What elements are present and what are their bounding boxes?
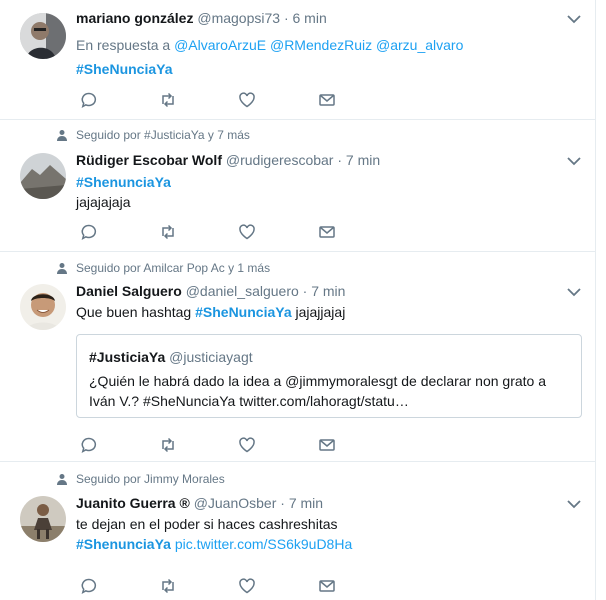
avatar-image (20, 284, 66, 330)
social-context: Seguido por #JusticiaYa y 7 más (56, 128, 250, 142)
tweet-text: te dejan en el poder si haces cashreshit… (76, 516, 338, 532)
like-icon[interactable] (238, 223, 256, 241)
quoted-tweet[interactable]: #JusticiaYa @justiciayagt ¿Quién le habr… (76, 334, 582, 418)
hashtag-link[interactable]: #ShenunciaYa (76, 536, 171, 552)
author-handle[interactable]: @magopsi73 (197, 10, 280, 26)
hashtag-link[interactable]: #SheNunciaYa (195, 304, 292, 320)
tweet-actions (80, 91, 350, 109)
retweet-icon[interactable] (159, 223, 177, 241)
retweet-icon[interactable] (159, 436, 177, 454)
author-name[interactable]: mariano gonzález (76, 10, 193, 26)
social-context-text[interactable]: Seguido por #JusticiaYa y 7 más (76, 128, 250, 142)
tweet-text-before: Que buen hashtag (76, 304, 192, 320)
person-icon (57, 263, 67, 274)
dm-icon[interactable] (318, 223, 336, 241)
author-name[interactable]: Rüdiger Escobar Wolf (76, 152, 222, 168)
quoted-author-handle: @justiciayagt (169, 349, 253, 365)
tweet-header: Daniel Salguero @daniel_salguero · 7 min (76, 283, 345, 299)
timestamp[interactable]: · 7 min (303, 283, 346, 299)
tweet-actions (80, 577, 350, 595)
avatar[interactable] (20, 284, 66, 330)
avatar-image (20, 13, 66, 59)
author-name[interactable]: Juanito Guerra ® (76, 495, 190, 511)
mention-link[interactable]: @RMendezRuiz (270, 37, 372, 53)
reply-icon[interactable] (80, 223, 98, 241)
tweet-header: Juanito Guerra ® @JuanOsber · 7 min (76, 495, 323, 511)
mention-link[interactable]: @AlvaroArzuE (174, 37, 266, 53)
tweet-text: #ShenunciaYa (76, 174, 171, 190)
timeline: mariano gonzález @magopsi73 · 6 min En r… (0, 0, 596, 600)
tweet[interactable]: Seguido por #JusticiaYa y 7 más Rüdiger … (0, 121, 596, 252)
mention-link[interactable]: @arzu_alvaro (376, 37, 463, 53)
quoted-tweet-text: Iván V.? #SheNunciaYa twitter.com/lahora… (89, 393, 409, 409)
avatar-image (20, 496, 66, 542)
tweet-actions (80, 223, 350, 241)
social-context-text[interactable]: Seguido por Jimmy Morales (76, 472, 225, 486)
avatar[interactable] (20, 153, 66, 199)
tweet-text-after: jajajjajaj (295, 304, 346, 320)
tweet-text: #SheNunciaYa (76, 61, 173, 77)
like-icon[interactable] (238, 436, 256, 454)
person-icon (57, 130, 67, 141)
quoted-tweet-header: #JusticiaYa @justiciayagt (89, 349, 253, 365)
hashtag-link[interactable]: #SheNunciaYa (76, 61, 173, 77)
tweet-text: jajajajaja (76, 194, 131, 210)
like-icon[interactable] (238, 577, 256, 595)
dm-icon[interactable] (318, 91, 336, 109)
author-handle[interactable]: @daniel_salguero (186, 283, 299, 299)
reply-icon[interactable] (80, 91, 98, 109)
avatar[interactable] (20, 496, 66, 542)
social-context-text[interactable]: Seguido por Amilcar Pop Ac y 1 más (76, 261, 270, 275)
quoted-author-name: #JusticiaYa (89, 349, 166, 365)
reply-icon[interactable] (80, 436, 98, 454)
retweet-icon[interactable] (159, 91, 177, 109)
timestamp[interactable]: · 6 min (284, 10, 327, 26)
dm-icon[interactable] (318, 577, 336, 595)
social-context: Seguido por Jimmy Morales (56, 472, 225, 486)
dm-icon[interactable] (318, 436, 336, 454)
like-icon[interactable] (238, 91, 256, 109)
tweet-header: Rüdiger Escobar Wolf @rudigerescobar · 7… (76, 152, 380, 168)
tweet-text: Que buen hashtag #SheNunciaYa jajajjajaj (76, 304, 345, 320)
author-handle[interactable]: @JuanOsber (194, 495, 277, 511)
tweet-actions (80, 436, 350, 454)
avatar-image (20, 153, 66, 199)
tweet-header: mariano gonzález @magopsi73 · 6 min (76, 10, 327, 26)
tweet-text: #ShenunciaYa pic.twitter.com/SS6k9uD8Ha (76, 536, 352, 552)
chevron-down-icon[interactable] (567, 14, 581, 24)
reply-label: En respuesta a (76, 37, 171, 53)
media-link[interactable]: pic.twitter.com/SS6k9uD8Ha (175, 536, 352, 552)
person-icon (57, 474, 67, 485)
timestamp[interactable]: · 7 min (280, 495, 323, 511)
hashtag-link[interactable]: #ShenunciaYa (76, 174, 171, 190)
author-handle[interactable]: @rudigerescobar (226, 152, 334, 168)
tweet[interactable]: Seguido por Amilcar Pop Ac y 1 más Danie… (0, 253, 596, 462)
tweet[interactable]: mariano gonzález @magopsi73 · 6 min En r… (0, 0, 596, 120)
avatar[interactable] (20, 13, 66, 59)
chevron-down-icon[interactable] (567, 156, 581, 166)
tweet[interactable]: Seguido por Jimmy Morales Juanito Guerra… (0, 463, 596, 600)
reply-icon[interactable] (80, 577, 98, 595)
reply-context: En respuesta a @AlvaroArzuE @RMendezRuiz… (76, 37, 463, 53)
retweet-icon[interactable] (159, 577, 177, 595)
chevron-down-icon[interactable] (567, 499, 581, 509)
timestamp[interactable]: · 7 min (337, 152, 380, 168)
chevron-down-icon[interactable] (567, 287, 581, 297)
quoted-tweet-text: ¿Quién le habrá dado la idea a @jimmymor… (89, 373, 547, 389)
author-name[interactable]: Daniel Salguero (76, 283, 182, 299)
social-context: Seguido por Amilcar Pop Ac y 1 más (56, 261, 270, 275)
